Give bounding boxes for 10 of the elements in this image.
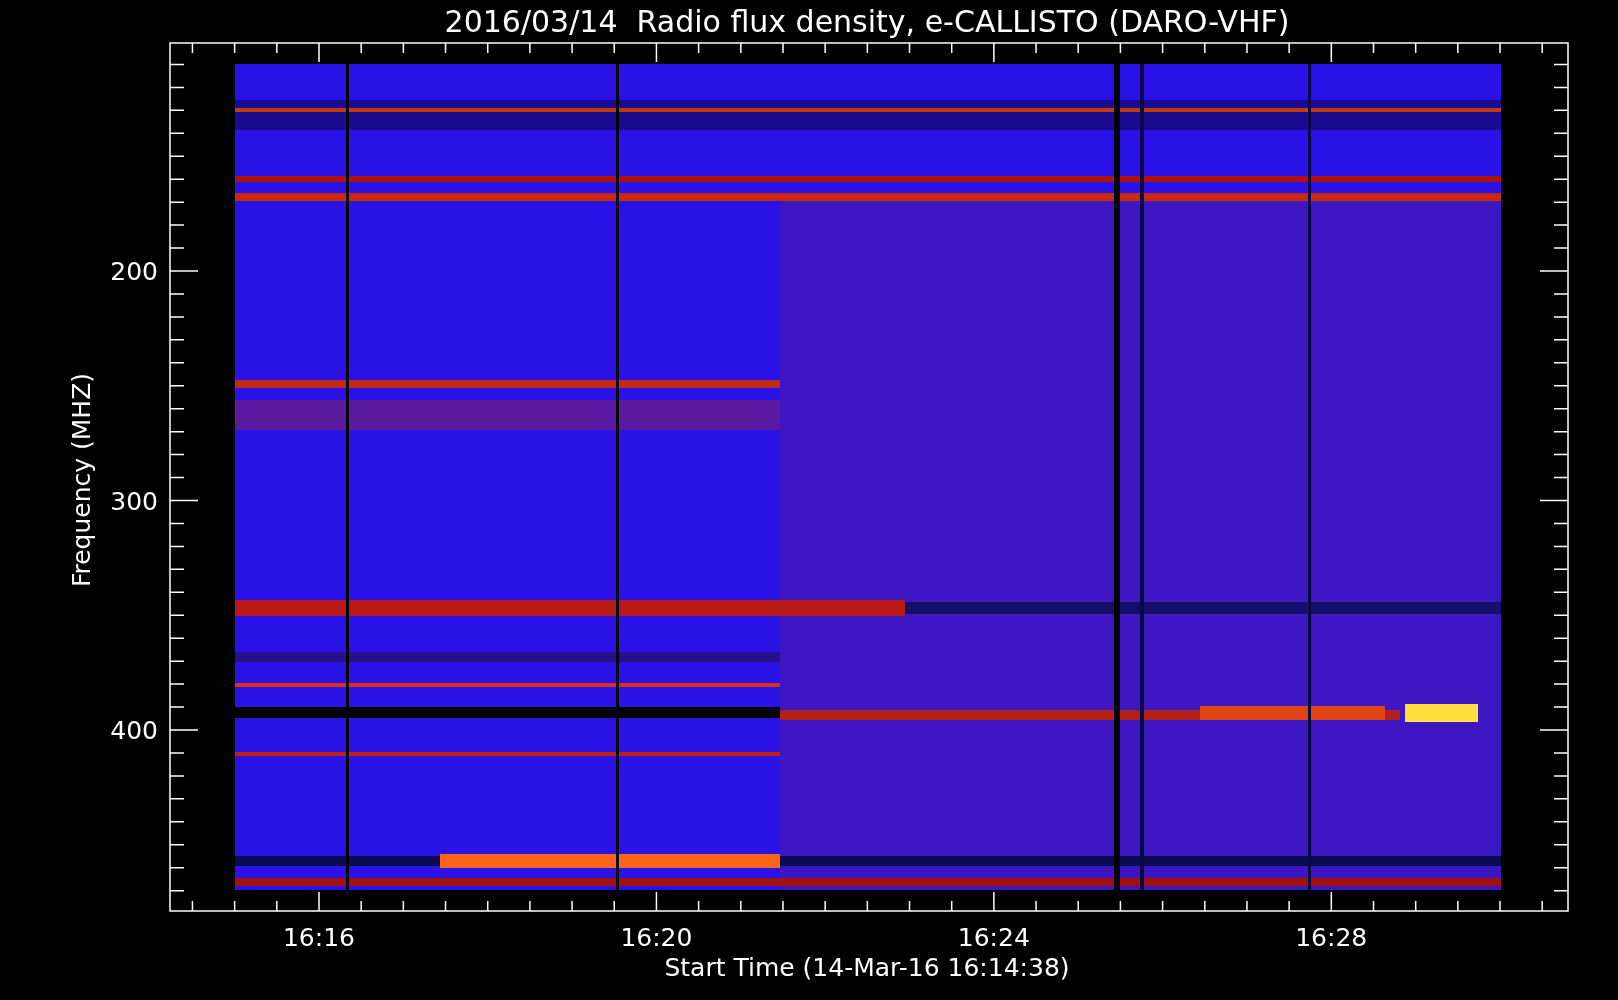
axis-title: Frequency (MHZ)	[67, 372, 96, 588]
tick-label: 300	[110, 486, 158, 516]
tick-label: 16:16	[283, 923, 355, 952]
tick-label: 200	[110, 257, 158, 286]
chart-title: 2016/03/14 Radio flux density, e-CALLISTO (DARO-VHF)	[444, 4, 1290, 39]
tick-label: 400	[110, 716, 158, 745]
axis-title: Start Time (14-Mar-16 16:14:38)	[664, 953, 1070, 982]
tick-label: 16:20	[620, 923, 693, 952]
tick-label: 16:28	[1295, 923, 1368, 952]
tick-label: 16:24	[957, 923, 1030, 952]
